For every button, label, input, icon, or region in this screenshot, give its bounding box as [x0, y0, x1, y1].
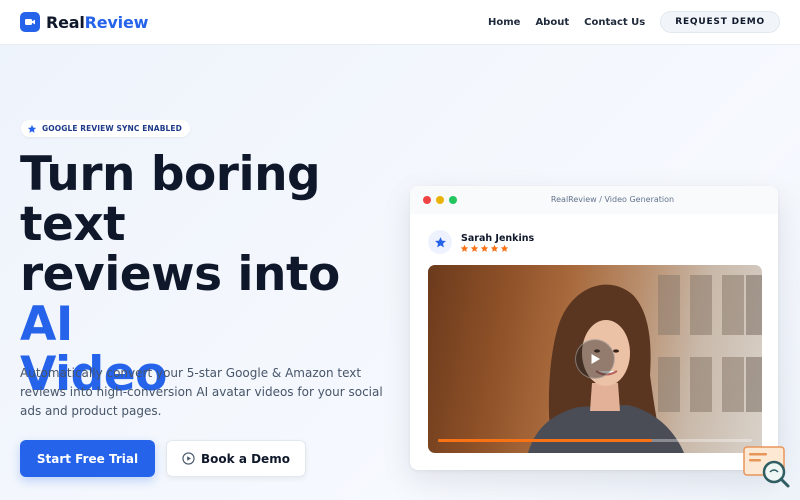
window-close-dot[interactable]	[423, 196, 431, 204]
hero-title-line2: text	[20, 197, 126, 252]
brand-name-part2: Review	[84, 12, 149, 32]
window-title: RealReview / Video Generation	[550, 195, 675, 204]
hero-description: Automatically convert your 5-star Google…	[20, 366, 383, 418]
brand-name-part1: Real	[46, 12, 85, 32]
hero-title-line1: Turn boring	[20, 147, 321, 202]
star-icon	[480, 244, 489, 253]
star-icon	[27, 124, 37, 134]
window-maximize-dot[interactable]	[449, 196, 457, 204]
start-free-trial-button[interactable]: Start Free Trial	[20, 440, 155, 477]
video-camera-icon	[20, 12, 40, 32]
navbar: RealReview Home About Contact Us REQUEST…	[0, 0, 800, 45]
nav-link-about[interactable]: About	[535, 17, 569, 28]
play-circle-icon	[182, 452, 195, 465]
nav-link-home[interactable]: Home	[488, 17, 520, 28]
sync-badge: GOOGLE REVIEW SYNC ENABLED	[21, 120, 190, 137]
hero-title: Turn boring text reviews into AI Video	[20, 150, 400, 400]
video-preview-window: RealReview / Video Generation Sarah Jenk…	[410, 186, 778, 470]
hero-title-line3: reviews into	[20, 247, 340, 302]
play-icon	[588, 352, 602, 366]
video-progress-fill	[438, 439, 652, 442]
video-progress-track[interactable]	[438, 439, 752, 442]
reviewer-avatar	[428, 230, 452, 254]
badge-label: GOOGLE REVIEW SYNC ENABLED	[42, 124, 182, 133]
book-demo-label: Book a Demo	[201, 451, 290, 466]
search-chat-icon[interactable]	[742, 444, 792, 490]
hero-title-accent-ai: AI	[20, 297, 73, 352]
video-player[interactable]	[428, 265, 762, 453]
star-icon	[490, 244, 499, 253]
window-minimize-dot[interactable]	[436, 196, 444, 204]
book-demo-button[interactable]: Book a Demo	[166, 440, 306, 477]
request-demo-button[interactable]: REQUEST DEMO	[660, 11, 780, 33]
brand-logo[interactable]: RealReview	[20, 12, 148, 32]
star-icon	[470, 244, 479, 253]
star-icon	[434, 236, 447, 249]
star-icon	[460, 244, 469, 253]
star-icon	[500, 244, 509, 253]
brand-name: RealReview	[46, 13, 148, 32]
window-titlebar: RealReview / Video Generation	[410, 186, 778, 214]
reviewer-name: Sarah Jenkins	[461, 233, 535, 244]
nav-links: Home About Contact Us REQUEST DEMO	[488, 11, 780, 33]
play-button[interactable]	[575, 339, 615, 379]
star-rating	[460, 244, 510, 253]
nav-link-contact-us[interactable]: Contact Us	[584, 17, 645, 28]
